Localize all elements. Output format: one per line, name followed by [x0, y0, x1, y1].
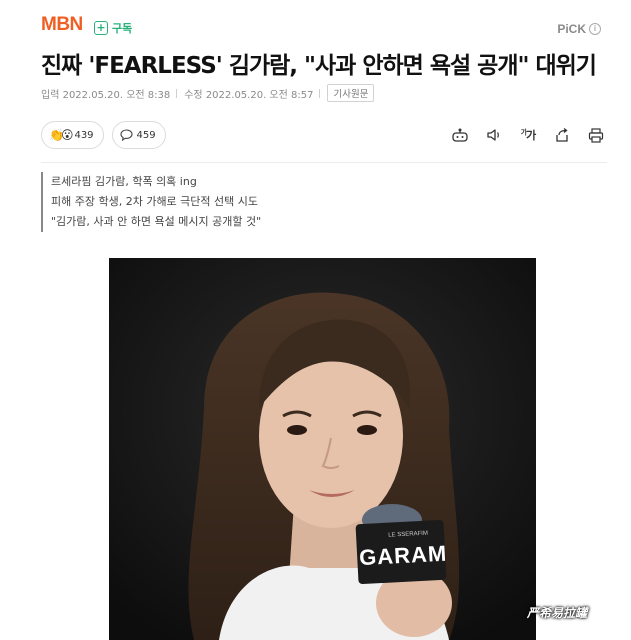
- pick-badge[interactable]: PiCK i: [557, 22, 601, 36]
- like-button[interactable]: 👏😮 439: [41, 121, 104, 149]
- print-icon: [588, 127, 604, 143]
- meta-separator: [176, 88, 178, 98]
- meta-separator: [319, 88, 321, 98]
- subscribe-button[interactable]: + 구독: [94, 20, 132, 36]
- summary-line: 피해 주장 학생, 2차 가해로 극단적 선택 시도: [51, 195, 259, 208]
- speaker-icon: [487, 129, 499, 141]
- photo-illustration: GARAM LE SSERAFIM: [109, 258, 536, 640]
- press-logo[interactable]: MBN: [41, 14, 83, 36]
- share-icon: [556, 127, 568, 142]
- top-bar: MBN + 구독 PiCK i: [0, 0, 631, 40]
- mic-flag-text: GARAM: [359, 541, 448, 571]
- comment-icon: [119, 129, 133, 141]
- watermark: 严希易拉罐: [527, 606, 588, 620]
- article-summary: 르세라핌 김가람, 학폭 의혹 ing 피해 주장 학생, 2차 가해로 극단적…: [41, 172, 261, 232]
- divider: [41, 162, 607, 163]
- like-count: 439: [74, 129, 94, 141]
- article-photo: GARAM LE SSERAFIM: [109, 258, 536, 640]
- reactions-bar: 👏😮 439 459: [41, 121, 174, 149]
- font-size-button[interactable]: 가가: [517, 124, 539, 146]
- robot-icon: [452, 128, 468, 142]
- plus-icon: +: [94, 21, 108, 35]
- reaction-emoji-icon: 👏😮: [49, 128, 74, 142]
- subscribe-label: 구독: [112, 22, 133, 35]
- published-date: 입력 2022.05.20. 오전 8:38: [41, 89, 171, 101]
- font-size-icon: 가가: [520, 128, 537, 142]
- article-meta: 입력 2022.05.20. 오전 8:38 수정 2022.05.20. 오전…: [41, 84, 375, 102]
- comment-count: 459: [136, 129, 156, 141]
- summary-bot-button[interactable]: [449, 124, 471, 146]
- print-button[interactable]: [585, 124, 607, 146]
- comment-button[interactable]: 459: [111, 121, 166, 149]
- info-icon[interactable]: i: [589, 23, 601, 35]
- pick-label: PiCK: [557, 22, 586, 36]
- summary-line: 르세라핌 김가람, 학폭 의혹 ing: [51, 175, 197, 188]
- article-title: 진짜 'FEARLESS' 김가람, "사과 안하면 욕설 공개" 대위기: [41, 53, 597, 79]
- listen-button[interactable]: [483, 124, 505, 146]
- summary-line: "김가람, 사과 안 하면 욕설 메시지 공개할 것": [51, 215, 262, 228]
- modified-date: 수정 2022.05.20. 오전 8:57: [184, 89, 314, 101]
- article-toolbar: 가가: [437, 124, 607, 146]
- share-button[interactable]: [551, 124, 573, 146]
- original-article-link[interactable]: 기사원문: [327, 84, 375, 102]
